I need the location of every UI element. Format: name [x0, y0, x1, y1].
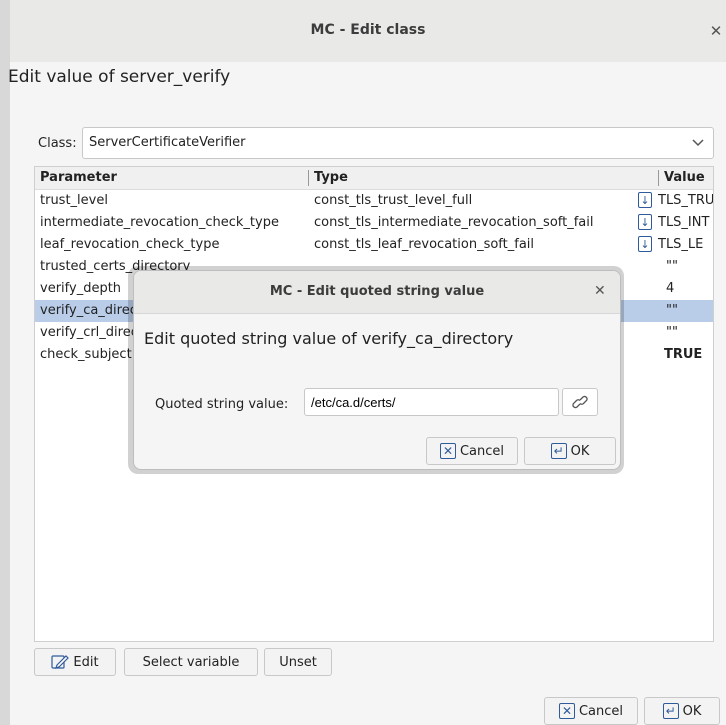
window-title: MC - Edit class: [310, 22, 426, 38]
param-cell: intermediate_revocation_check_type: [40, 215, 279, 230]
dialog-ok-button[interactable]: ↵ OK: [524, 437, 616, 465]
quoted-string-dialog: MC - Edit quoted string value ✕ Edit quo…: [133, 270, 621, 470]
value-cell: TLS_LE: [658, 237, 704, 252]
edit-button[interactable]: Edit: [34, 648, 116, 676]
unset-button-label: Unset: [279, 654, 317, 670]
column-separator[interactable]: [308, 170, 309, 186]
type-cell: const_tls_intermediate_revocation_soft_f…: [314, 215, 594, 230]
background-window-strip: [0, 0, 10, 725]
edit-button-label: Edit: [73, 654, 99, 670]
class-combobox[interactable]: ServerCertificateVerifier: [82, 127, 714, 159]
ok-button[interactable]: ↵ OK: [644, 697, 720, 725]
arrow-down-icon[interactable]: ↓: [638, 214, 652, 230]
param-cell: leaf_revocation_check_type: [40, 237, 220, 252]
value-cell: "": [666, 325, 678, 340]
value-cell: "": [666, 259, 678, 274]
select-variable-label: Select variable: [142, 654, 240, 670]
table-row[interactable]: trust_level const_tls_trust_level_full ↓…: [35, 190, 713, 212]
dialog-title: MC - Edit quoted string value: [269, 284, 485, 299]
table-row[interactable]: intermediate_revocation_check_type const…: [35, 212, 713, 234]
dialog-heading: Edit quoted string value of verify_ca_di…: [144, 329, 514, 348]
dialog-cancel-button[interactable]: ✕ Cancel: [426, 437, 518, 465]
column-header-parameter[interactable]: Parameter: [40, 170, 117, 185]
edit-heading: Edit value of server_verify: [8, 67, 231, 87]
table-row[interactable]: leaf_revocation_check_type const_tls_lea…: [35, 234, 713, 256]
value-cell: TRUE: [664, 347, 703, 362]
value-cell: TLS_TRU: [658, 193, 714, 208]
quoted-string-input[interactable]: [304, 388, 559, 416]
cancel-icon: ✕: [558, 703, 575, 719]
arrow-down-icon[interactable]: ↓: [638, 192, 652, 208]
enter-icon: ↵: [662, 703, 679, 719]
value-cell: TLS_INT: [658, 215, 710, 230]
window-close-icon[interactable]: ✕: [705, 22, 726, 40]
type-cell: const_tls_trust_level_full: [314, 193, 473, 208]
dialog-close-icon[interactable]: ✕: [594, 283, 606, 299]
value-cell: 4: [666, 281, 675, 296]
dialog-cancel-label: Cancel: [459, 443, 505, 459]
unset-button[interactable]: Unset: [264, 648, 332, 676]
table-header: Parameter Type Value: [35, 167, 713, 190]
param-cell: verify_depth: [40, 281, 122, 296]
value-cell: "": [666, 303, 678, 318]
param-cell: trust_level: [40, 193, 108, 208]
cancel-button[interactable]: ✕ Cancel: [544, 697, 638, 725]
type-cell: const_tls_leaf_revocation_soft_fail: [314, 237, 535, 252]
cancel-button-label: Cancel: [578, 703, 624, 719]
pencil-icon: [51, 654, 70, 670]
class-label: Class:: [38, 136, 77, 151]
quoted-string-label: Quoted string value:: [155, 397, 289, 412]
chevron-down-icon[interactable]: [683, 128, 713, 158]
column-header-type[interactable]: Type: [314, 170, 348, 185]
param-cell: check_subject: [40, 347, 132, 362]
link-button[interactable]: [562, 388, 598, 416]
enter-icon: ↵: [550, 443, 567, 459]
select-variable-button[interactable]: Select variable: [124, 648, 258, 676]
column-header-value[interactable]: Value: [664, 170, 705, 185]
dialog-ok-label: OK: [570, 443, 590, 459]
ok-button-label: OK: [682, 703, 702, 719]
column-separator[interactable]: [658, 170, 659, 186]
arrow-down-icon[interactable]: ↓: [638, 236, 652, 252]
class-combobox-value: ServerCertificateVerifier: [89, 135, 246, 150]
cancel-icon: ✕: [439, 443, 456, 459]
link-icon: [571, 393, 589, 411]
